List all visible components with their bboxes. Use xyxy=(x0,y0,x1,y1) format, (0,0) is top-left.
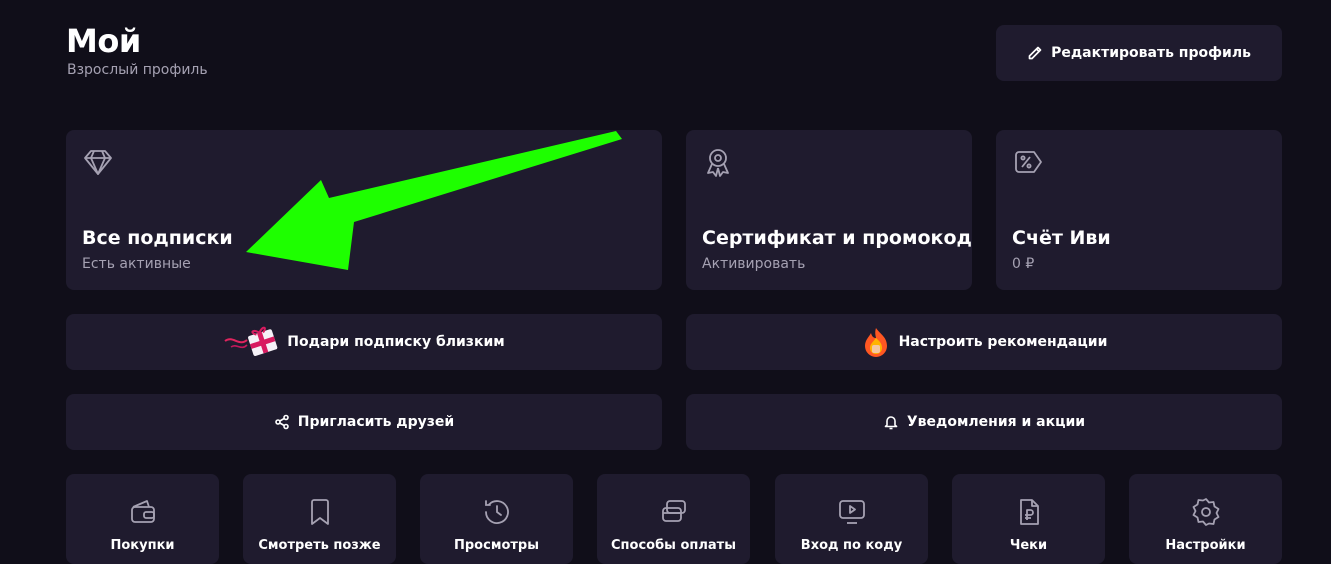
bell-icon xyxy=(883,414,899,430)
share-icon xyxy=(274,414,290,430)
card-title: Сертификат и промокод xyxy=(702,227,972,249)
gift-subscription-button[interactable]: Подари подписку близким xyxy=(66,314,662,370)
tile-label: Настройки xyxy=(1165,538,1246,553)
tile-purchases[interactable]: Покупки xyxy=(66,474,219,564)
tile-login-by-code[interactable]: Вход по коду xyxy=(775,474,928,564)
edit-profile-label: Редактировать профиль xyxy=(1051,45,1251,61)
edit-profile-button[interactable]: Редактировать профиль xyxy=(996,25,1282,81)
tile-receipts[interactable]: Чеки xyxy=(952,474,1105,564)
profile-type-label: Взрослый профиль xyxy=(67,62,208,78)
tile-payment-methods[interactable]: Способы оплаты xyxy=(597,474,750,564)
award-icon xyxy=(702,146,734,178)
tile-settings[interactable]: Настройки xyxy=(1129,474,1282,564)
card-subtitle: Есть активные xyxy=(82,256,191,272)
certificate-promo-card[interactable]: Сертификат и промокод Активировать xyxy=(686,130,972,290)
tile-label: Смотреть позже xyxy=(258,538,381,553)
invite-friends-label: Пригласить друзей xyxy=(297,414,455,430)
fire-icon xyxy=(861,326,891,358)
tile-label: Чеки xyxy=(1009,538,1048,553)
discount-tag-icon xyxy=(1012,146,1044,178)
tile-label: Покупки xyxy=(110,538,175,553)
receipt-ruble-icon xyxy=(1013,496,1045,528)
ivi-account-card[interactable]: Счёт Иви 0 ₽ xyxy=(996,130,1282,290)
notifications-button[interactable]: Уведомления и акции xyxy=(686,394,1282,450)
diamond-icon xyxy=(82,146,114,178)
tile-label: Способы оплаты xyxy=(611,538,736,553)
page-title: Мой xyxy=(66,22,141,60)
tile-watch-later[interactable]: Смотреть позже xyxy=(243,474,396,564)
invite-friends-button[interactable]: Пригласить друзей xyxy=(66,394,662,450)
notifications-label: Уведомления и акции xyxy=(906,414,1086,430)
pencil-icon xyxy=(1027,45,1043,61)
setup-recommendations-button[interactable]: Настроить рекомендации xyxy=(686,314,1282,370)
payment-cards-icon xyxy=(658,496,690,528)
card-subtitle: 0 ₽ xyxy=(1012,256,1035,272)
card-title: Все подписки xyxy=(82,227,233,249)
setup-recommendations-label: Настроить рекомендации xyxy=(898,334,1108,350)
history-icon xyxy=(481,496,513,528)
gift-icon xyxy=(223,325,279,359)
tile-history[interactable]: Просмотры xyxy=(420,474,573,564)
card-subtitle: Активировать xyxy=(702,256,806,272)
tile-label: Вход по коду xyxy=(800,538,903,553)
gift-subscription-label: Подари подписку близким xyxy=(287,334,505,350)
all-subscriptions-card[interactable]: Все подписки Есть активные xyxy=(66,130,662,290)
wallet-icon xyxy=(127,496,159,528)
bookmark-icon xyxy=(304,496,336,528)
tv-play-icon xyxy=(836,496,868,528)
settings-icon xyxy=(1190,496,1222,528)
card-title: Счёт Иви xyxy=(1012,227,1111,249)
tile-label: Просмотры xyxy=(454,538,539,553)
